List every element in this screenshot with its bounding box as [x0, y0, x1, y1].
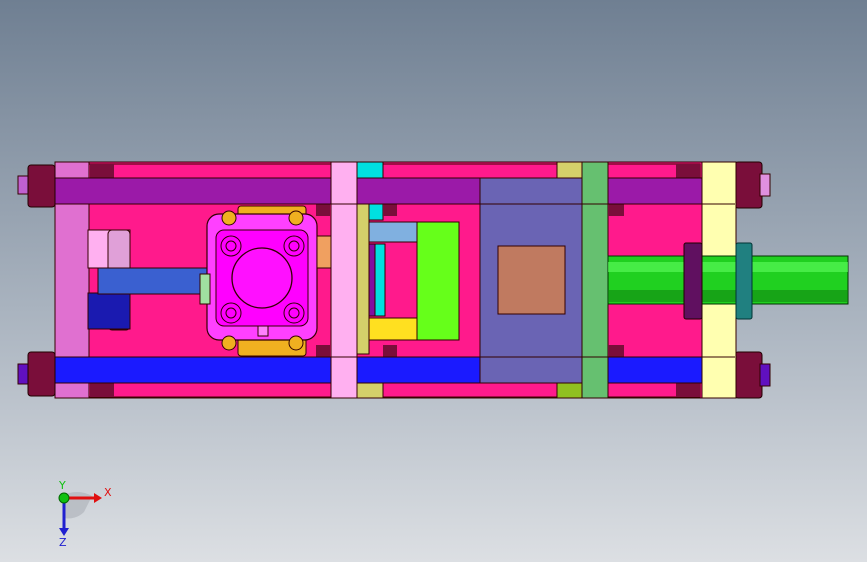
- top-tie-rod[interactable]: [54, 177, 736, 205]
- mold-insert[interactable]: [497, 245, 566, 315]
- plate-bolt: [316, 204, 330, 216]
- rail-bolt: [676, 383, 700, 397]
- link-arm[interactable]: [97, 267, 209, 295]
- link-arm-dark[interactable]: [87, 292, 131, 330]
- cyan-plate-top: [356, 161, 384, 179]
- olive-plate[interactable]: [356, 203, 370, 355]
- clamp-bore[interactable]: [231, 247, 293, 309]
- plate-bolt: [608, 204, 624, 216]
- tie-rod-nut[interactable]: [734, 351, 763, 399]
- plate-bolt: [316, 345, 330, 357]
- tie-rod-nut[interactable]: [27, 164, 56, 208]
- olive-plate-right-bottom: [556, 382, 583, 399]
- coordinate-triad[interactable]: X Z Y: [40, 478, 120, 548]
- clamp-stud: [257, 325, 269, 337]
- plate-bolt: [383, 204, 397, 216]
- z-axis-label: Z: [59, 536, 67, 548]
- purple-inner: [368, 243, 376, 317]
- cad-viewport[interactable]: X Z Y: [0, 0, 867, 562]
- cylinder-collar[interactable]: [683, 242, 703, 320]
- rail-bolt: [90, 383, 114, 397]
- x-axis-label: X: [104, 486, 112, 499]
- tie-rod-nut[interactable]: [734, 161, 763, 209]
- y-axis-label: Y: [58, 479, 66, 492]
- y-axis-icon: [58, 492, 70, 504]
- z-arrow-icon: [59, 528, 69, 536]
- bottom-tie-rod[interactable]: [54, 356, 736, 384]
- clamp-ear: [288, 335, 304, 351]
- clamp-ear: [288, 210, 304, 226]
- green-plate[interactable]: [581, 161, 609, 399]
- clamp-side-tab: [199, 273, 211, 305]
- cylinder-nut[interactable]: [735, 242, 753, 320]
- rail-bolt: [676, 164, 700, 178]
- clamp-ear: [221, 210, 237, 226]
- cylinder-rod-shade: [608, 290, 848, 302]
- movable-platen[interactable]: [330, 161, 358, 399]
- plate-bolt: [608, 345, 624, 357]
- cyan-rod: [374, 243, 386, 317]
- tie-rod-end: [759, 363, 771, 387]
- cyan-insert: [368, 203, 384, 221]
- cylinder-rod-highlight: [608, 262, 848, 272]
- rail-bolt: [90, 164, 114, 178]
- clamp-ear: [221, 335, 237, 351]
- olive-plate-right: [556, 161, 583, 179]
- olive-plate-bottom: [356, 382, 384, 399]
- plate-bolt: [383, 345, 397, 357]
- light-blue-bar[interactable]: [368, 221, 418, 243]
- lime-block[interactable]: [416, 221, 460, 341]
- yellow-bar[interactable]: [368, 317, 418, 341]
- tie-rod-nut[interactable]: [27, 351, 56, 397]
- tie-rod-end: [759, 173, 771, 197]
- mold-assembly-drawing[interactable]: [0, 0, 867, 562]
- spacer-block: [316, 235, 332, 269]
- x-arrow-icon: [94, 493, 102, 503]
